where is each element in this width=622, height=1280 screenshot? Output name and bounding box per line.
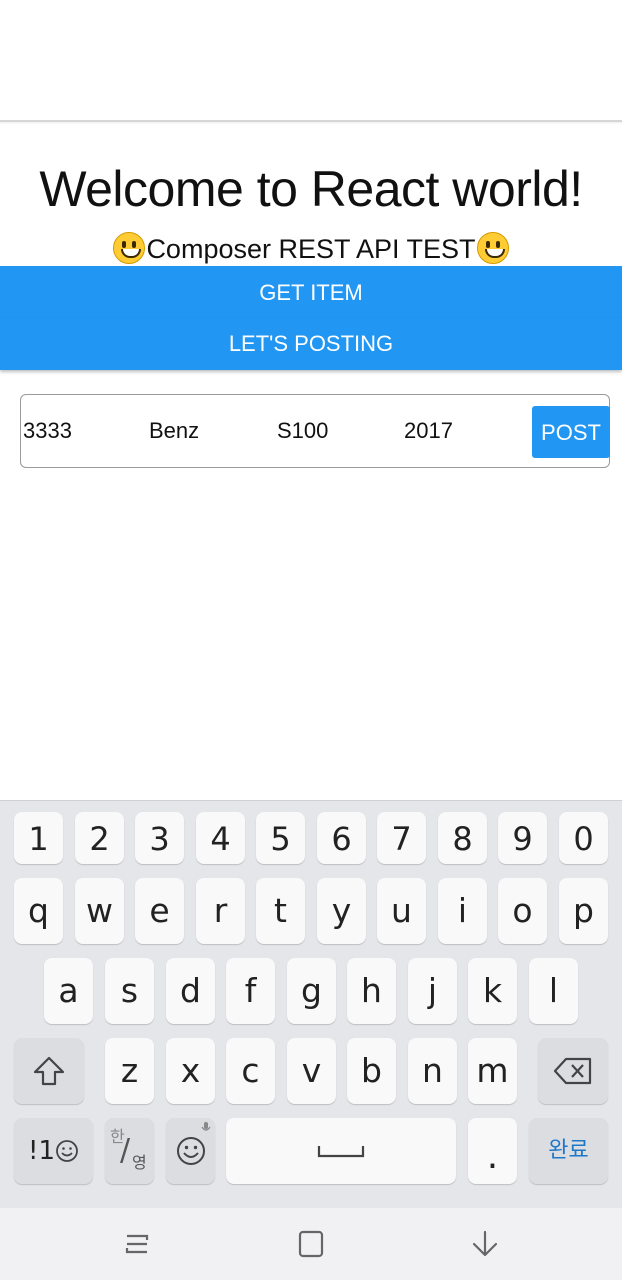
grinning-face-icon [476,232,509,264]
period-key[interactable]: . [468,1118,517,1184]
model-field[interactable]: S100 [277,409,387,453]
language-switch-key[interactable]: 한 / 영 [105,1118,154,1184]
key-d[interactable]: d [166,958,215,1024]
key-9[interactable]: 9 [498,812,547,864]
backspace-key[interactable] [538,1038,608,1104]
space-key[interactable] [226,1118,456,1184]
language-bottom-label: 영 [132,1153,147,1172]
key-4[interactable]: 4 [196,812,245,864]
on-screen-keyboard: 1 2 3 4 5 6 7 8 9 0 q w e r t y u i o p … [0,800,622,1209]
system-navigation-bar [0,1208,622,1280]
key-6[interactable]: 6 [317,812,366,864]
make-field[interactable]: Benz [149,409,259,453]
shift-arrow-icon [33,1056,65,1086]
grinning-face-icon [113,232,146,264]
shift-key[interactable] [14,1038,84,1104]
key-2[interactable]: 2 [75,812,124,864]
recent-apps-icon[interactable] [117,1228,157,1260]
key-t[interactable]: t [256,878,305,944]
key-0[interactable]: 0 [559,812,608,864]
key-1[interactable]: 1 [14,812,63,864]
post-form: 3333 Benz S100 2017 POST [20,394,610,468]
key-r[interactable]: r [196,878,245,944]
key-n[interactable]: n [408,1038,457,1104]
emoji-small-icon [56,1140,78,1162]
back-down-arrow-icon[interactable] [465,1228,505,1260]
key-o[interactable]: o [498,878,547,944]
key-x[interactable]: x [166,1038,215,1104]
key-u[interactable]: u [377,878,426,944]
key-q[interactable]: q [14,878,63,944]
key-m[interactable]: m [468,1038,517,1104]
smiley-icon [176,1137,205,1165]
key-h[interactable]: h [347,958,396,1024]
key-7[interactable]: 7 [377,812,426,864]
key-f[interactable]: f [226,958,275,1024]
key-k[interactable]: k [468,958,517,1024]
key-a[interactable]: a [44,958,93,1024]
key-s[interactable]: s [105,958,154,1024]
get-item-button[interactable]: GET ITEM [0,266,622,318]
symbols-key-label: !1 [28,1136,55,1166]
emoji-key[interactable] [166,1118,215,1184]
key-b[interactable]: b [347,1038,396,1104]
done-key[interactable]: 완료 [529,1118,608,1184]
year-field[interactable]: 2017 [404,409,514,453]
key-g[interactable]: g [287,958,336,1024]
key-w[interactable]: w [75,878,124,944]
key-j[interactable]: j [408,958,457,1024]
key-l[interactable]: l [529,958,578,1024]
key-y[interactable]: y [317,878,366,944]
key-v[interactable]: v [287,1038,336,1104]
key-5[interactable]: 5 [256,812,305,864]
period-label: . [486,1136,499,1177]
backspace-icon [553,1057,592,1085]
home-icon[interactable] [291,1228,331,1260]
mic-icon [201,1122,211,1131]
id-field[interactable]: 3333 [23,409,133,453]
key-z[interactable]: z [105,1038,154,1104]
subtitle-text: Composer REST API TEST [146,234,476,264]
key-i[interactable]: i [438,878,487,944]
key-e[interactable]: e [135,878,184,944]
post-button[interactable]: POST [532,406,610,458]
lets-posting-button[interactable]: LET'S POSTING [0,318,622,370]
symbols-key[interactable]: !1 [14,1118,93,1184]
key-c[interactable]: c [226,1038,275,1104]
page-subtitle: Composer REST API TEST [0,232,622,265]
space-bar-icon [317,1146,365,1158]
key-3[interactable]: 3 [135,812,184,864]
page-title: Welcome to React world! [39,161,583,217]
slash-glyph: / [120,1133,131,1168]
app-top-bar [0,0,622,122]
key-8[interactable]: 8 [438,812,487,864]
key-p[interactable]: p [559,878,608,944]
